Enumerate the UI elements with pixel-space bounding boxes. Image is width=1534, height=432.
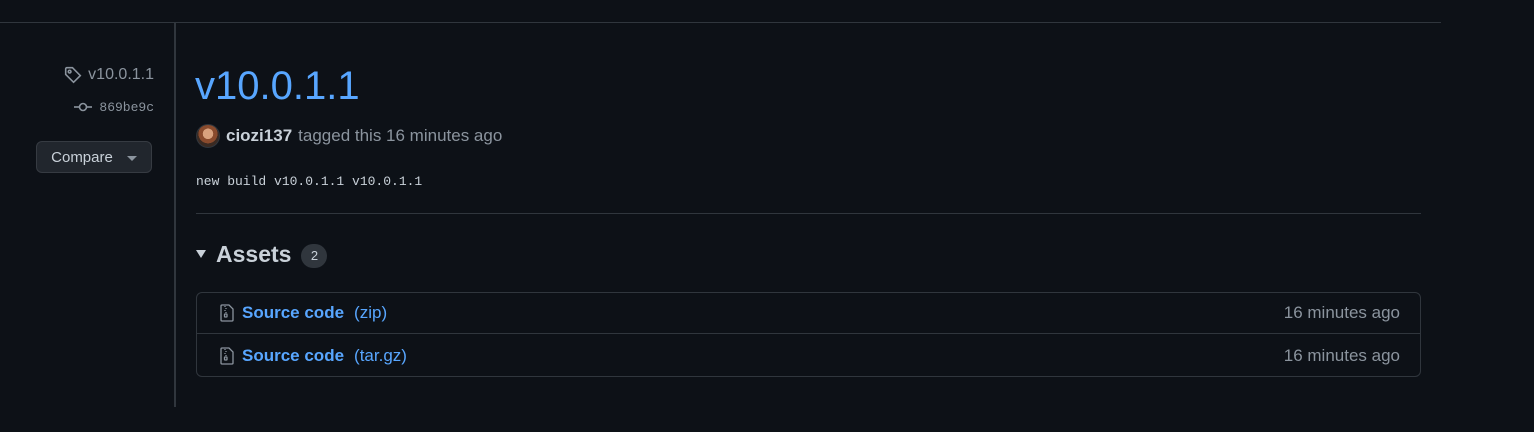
avatar[interactable] <box>196 124 220 148</box>
asset-link-targz[interactable]: Source code <box>242 346 344 366</box>
author-link[interactable]: ciozi137 <box>226 126 292 146</box>
tag-icon <box>65 66 82 84</box>
release-page: v10.0.1.1 869be9c Compare v10.0.1.1 cioz… <box>0 0 1534 432</box>
tag-link[interactable]: v10.0.1.1 <box>64 66 154 84</box>
file-zip-icon <box>220 346 234 365</box>
git-commit-icon <box>74 102 93 112</box>
tagged-text: tagged this 16 minutes ago <box>298 126 503 145</box>
tag-name: v10.0.1.1 <box>88 66 154 83</box>
asset-ext-targz[interactable]: (tar.gz) <box>354 346 407 366</box>
assets-count-badge: 2 <box>301 244 328 268</box>
triangle-down-icon <box>196 250 206 258</box>
triangle-down-icon <box>126 155 137 161</box>
release-body: new build v10.0.1.1 v10.0.1.1 <box>196 174 423 189</box>
asset-time: 16 minutes ago <box>1283 345 1400 365</box>
timeline-line <box>174 23 176 407</box>
file-zip-icon <box>220 304 234 322</box>
compare-button[interactable]: Compare <box>36 141 152 173</box>
compare-label: Compare <box>51 148 113 166</box>
commit-sha: 869be9c <box>99 99 154 115</box>
assets-label: Assets <box>216 240 292 267</box>
release-title[interactable]: v10.0.1.1 <box>195 60 360 112</box>
assets-toggle[interactable]: Assets 2 <box>196 240 328 268</box>
commit-link[interactable]: 869be9c <box>73 99 154 115</box>
asset-ext-zip[interactable]: (zip) <box>354 303 387 323</box>
asset-row: Source code (zip) 16 minutes ago <box>197 293 1420 334</box>
body-divider <box>196 213 1421 214</box>
asset-row: Source code (tar.gz) 16 minutes ago <box>197 335 1420 376</box>
release-byline: ciozi137 tagged this 16 minutes ago <box>196 124 502 148</box>
asset-time: 16 minutes ago <box>1283 303 1400 322</box>
asset-link-zip[interactable]: Source code <box>242 303 344 323</box>
top-divider <box>0 22 1441 23</box>
assets-list: Source code (zip) 16 minutes ago Source … <box>196 292 1421 377</box>
